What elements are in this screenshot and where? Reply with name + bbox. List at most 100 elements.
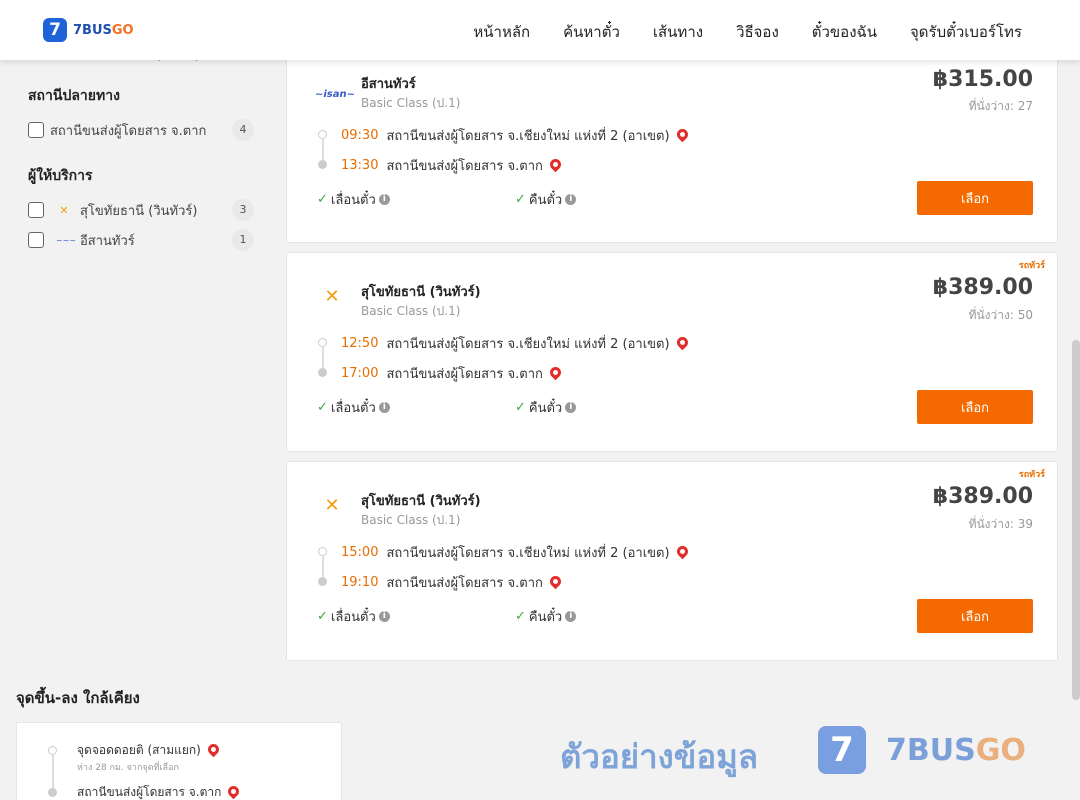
bus-class: Basic Class (ป.1) (361, 513, 461, 527)
promo-tag: รถทัวร์ (1018, 470, 1045, 480)
info-icon: i (378, 194, 390, 205)
departure-place: สถานีขนส่งผู้โดยสาร จ.เชียงใหม่ แห่งที่ … (386, 337, 670, 352)
arrival-place: สถานีขนส่งผู้โดยสาร จ.ตาก (386, 576, 543, 591)
refund-ticket-policy[interactable]: ✓ คืนตั๋ว i (515, 397, 577, 418)
top-header: 7 7BUSGO หน้าหลัก ค้นหาตั๋ว เส้นทาง วิธี… (0, 0, 1080, 60)
check-icon: ✓ (317, 609, 328, 624)
destination-option[interactable]: สถานีขนส่งผู้โดยสาร จ.ตาก 4 (28, 115, 258, 145)
refund-ticket-policy[interactable]: ✓ คืนตั๋ว i (515, 189, 577, 210)
arrival-time: 13:30 (341, 158, 379, 173)
select-trip-button[interactable]: เลือก (917, 599, 1033, 633)
nearby-stops-panel: จุดจอดดอยติ (สามแยก) ห่าง 28 กม. จากจุดท… (16, 722, 342, 800)
departure-stop: 15:00 สถานีขนส่งผู้โดยสาร จ.เชียงใหม่ แห… (341, 542, 690, 563)
check-icon: ✓ (515, 400, 526, 415)
nearby-stops-title: จุดขึ้น-ลง ใกล้เคียง (16, 689, 140, 707)
refund-ticket-policy[interactable]: ✓ คืนตั๋ว i (515, 606, 577, 627)
departure-time: 12:50 (341, 336, 379, 351)
nav-how-to-book[interactable]: วิธีจอง (736, 20, 779, 44)
watermark-logo-text: 7BUSGO (886, 732, 1026, 768)
nearby-stop-name[interactable]: จุดจอดดอยติ (สามแยก) (77, 741, 222, 760)
sample-data-watermark: ตัวอย่างข้อมูล (560, 737, 759, 776)
seats-available: ที่นั่งว่าง: 27 (968, 99, 1033, 113)
change-ticket-policy[interactable]: ✓ เลื่อนตั๋ว i (317, 606, 390, 627)
nav-my-tickets[interactable]: ตั๋วของฉัน (812, 20, 877, 44)
operator-count-badge: 3 (232, 199, 254, 221)
arrival-stop: 17:00 สถานีขนส่งผู้โดยสาร จ.ตาก (341, 363, 564, 384)
watermark-logo: 7 7BUSGO (818, 726, 1026, 774)
departure-place: สถานีขนส่งผู้โดยสาร จ.เชียงใหม่ แห่งที่ … (386, 546, 670, 561)
map-pin-icon[interactable] (674, 126, 690, 143)
operator-filter-title: ผู้ให้บริการ (28, 168, 93, 184)
select-trip-button[interactable]: เลือก (917, 181, 1033, 215)
promo-tag: รถทัวร์ (1018, 261, 1045, 271)
operator-label: สุโขทัยธานี (วินทัวร์) (80, 203, 198, 219)
page-scrollbar[interactable] (1072, 340, 1080, 700)
isan-logo-icon: ~~~ (56, 235, 77, 245)
destination-checkbox[interactable] (28, 122, 44, 138)
operator-count-badge: 1 (232, 229, 254, 251)
operator-label: อีสานทัวร์ (80, 233, 135, 249)
operator-name: สุโขทัยธานี (วินทัวร์) (361, 285, 481, 300)
departure-stop: 12:50 สถานีขนส่งผู้โดยสาร จ.เชียงใหม่ แห… (341, 333, 690, 354)
isan-logo-icon: ~isan~ (315, 89, 356, 100)
nearby-stop-name[interactable]: สถานีขนส่งผู้โดยสาร จ.ตาก (77, 783, 242, 800)
operator-checkbox[interactable] (28, 232, 44, 248)
logo-text: 7BUSGO (73, 22, 134, 38)
stop-dot-icon (48, 788, 57, 797)
bus-class: Basic Class (ป.1) (361, 304, 461, 318)
nav-search-ticket[interactable]: ค้นหาตั๋ว (563, 20, 620, 44)
bus-class: Basic Class (ป.1) (361, 96, 461, 110)
arrive-dot-icon (318, 160, 327, 169)
check-icon: ✓ (317, 192, 328, 207)
seats-available: ที่นั่งว่าง: 39 (968, 517, 1033, 531)
nearby-stop-distance: ห่าง 28 กม. จากจุดที่เลือก (77, 763, 179, 773)
destination-filter-title: สถานีปลายทาง (28, 88, 120, 104)
ticket-price: ฿389.00 (932, 484, 1033, 509)
operator-name: สุโขทัยธานี (วินทัวร์) (361, 494, 481, 509)
departure-place: สถานีขนส่งผู้โดยสาร จ.เชียงใหม่ แห่งที่ … (386, 129, 670, 144)
sukhothai-logo-icon: ✕ (324, 286, 340, 307)
logo-badge-icon: 7 (818, 726, 866, 774)
trip-card: ~isan~ อีสานทัวร์ Basic Class (ป.1) ฿315… (286, 52, 1058, 243)
arrive-dot-icon (318, 368, 327, 377)
nav-routes[interactable]: เส้นทาง (653, 20, 703, 44)
ticket-price: ฿315.00 (932, 67, 1033, 92)
logo-badge-icon: 7 (43, 18, 67, 42)
info-icon: i (565, 194, 577, 205)
arrive-dot-icon (318, 577, 327, 586)
departure-time: 09:30 (341, 128, 379, 143)
check-icon: ✓ (515, 609, 526, 624)
map-pin-icon[interactable] (674, 543, 690, 560)
destination-label: สถานีขนส่งผู้โดยสาร จ.ตาก (50, 123, 207, 139)
info-icon: i (565, 611, 577, 622)
operator-option-isan[interactable]: ~~~ อีสานทัวร์ 1 (28, 225, 258, 255)
operator-checkbox[interactable] (28, 202, 44, 218)
nav-home[interactable]: หน้าหลัก (473, 20, 530, 44)
change-ticket-policy[interactable]: ✓ เลื่อนตั๋ว i (317, 189, 390, 210)
check-icon: ✓ (317, 400, 328, 415)
sukhothai-logo-icon: ✕ (324, 495, 340, 516)
change-ticket-policy[interactable]: ✓ เลื่อนตั๋ว i (317, 397, 390, 418)
map-pin-icon[interactable] (547, 156, 564, 173)
nav-pickup-points[interactable]: จุดรับตั๋วเบอร์โทร (910, 20, 1022, 44)
site-logo[interactable]: 7 7BUSGO (43, 18, 134, 42)
arrival-time: 17:00 (341, 366, 379, 381)
arrival-place: สถานีขนส่งผู้โดยสาร จ.ตาก (386, 159, 543, 174)
check-icon: ✓ (515, 192, 526, 207)
map-pin-icon[interactable] (547, 573, 564, 590)
sukhothai-logo-icon: ✕ (59, 203, 69, 217)
map-pin-icon[interactable] (674, 334, 690, 351)
map-pin-icon[interactable] (547, 364, 564, 381)
destination-count-badge: 4 (232, 119, 254, 141)
departure-stop: 09:30 สถานีขนส่งผู้โดยสาร จ.เชียงใหม่ แห… (341, 125, 690, 146)
info-icon: i (378, 402, 390, 413)
select-trip-button[interactable]: เลือก (917, 390, 1033, 424)
operator-option-sukhothai[interactable]: ✕ สุโขทัยธานี (วินทัวร์) 3 (28, 195, 258, 225)
info-icon: i (378, 611, 390, 622)
map-pin-icon (226, 783, 242, 800)
trip-card: รถทัวร์ ✕ สุโขทัยธานี (วินทัวร์) Basic C… (286, 461, 1058, 661)
seats-available: ที่นั่งว่าง: 50 (968, 308, 1033, 322)
arrival-time: 19:10 (341, 575, 379, 590)
main-nav: หน้าหลัก ค้นหาตั๋ว เส้นทาง วิธีจอง ตั๋วข… (473, 20, 1022, 44)
ticket-price: ฿389.00 (932, 275, 1033, 300)
